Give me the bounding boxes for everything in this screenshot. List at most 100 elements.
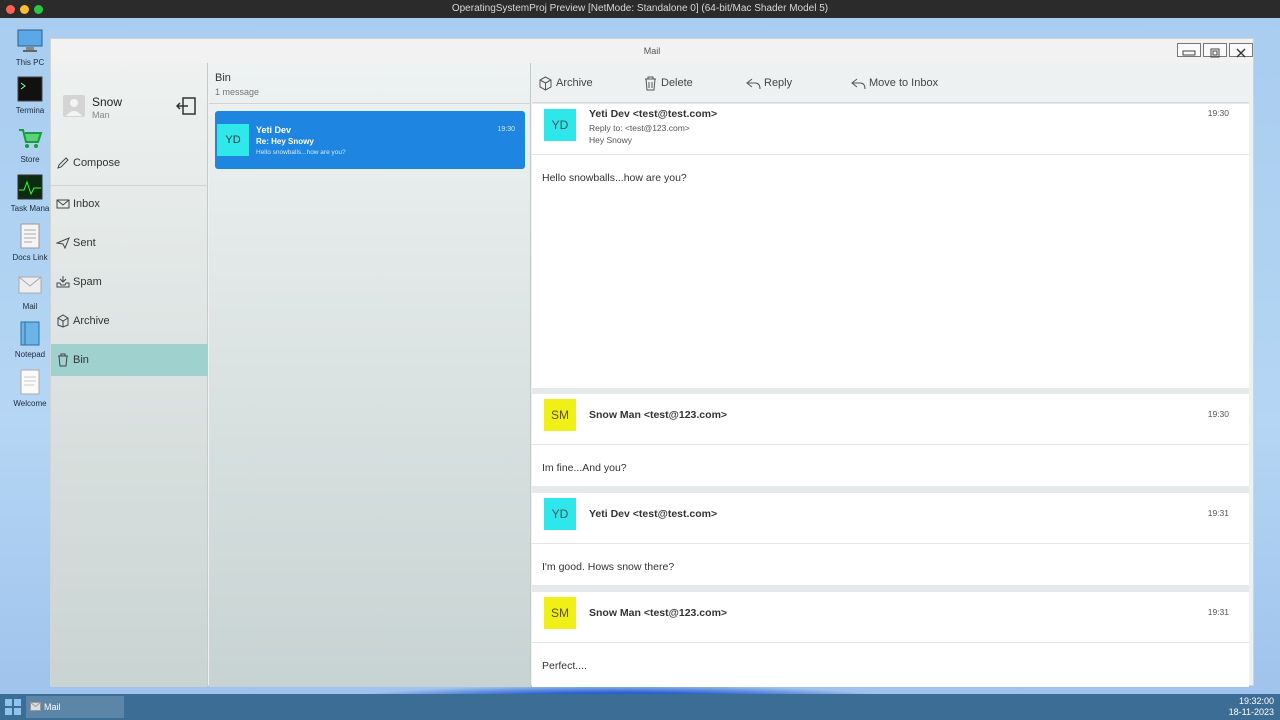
start-menu-icon[interactable] <box>4 698 22 716</box>
toolbar-label: Archive <box>556 77 593 89</box>
toolbar-label: Move to Inbox <box>869 77 939 89</box>
close-button[interactable] <box>1229 43 1253 58</box>
desktop-icon-notepad[interactable]: Notepad <box>4 320 56 359</box>
minimize-dot-icon[interactable] <box>20 5 29 14</box>
taskbar: Mail 19:32:00 18-11-2023 <box>0 694 1280 720</box>
desktop-icon-label: Mail <box>22 302 38 311</box>
reply-button[interactable]: Reply <box>746 71 792 95</box>
archive-box-icon <box>539 76 552 91</box>
message-card[interactable]: YD Yeti Dev Re: Hey Snowy Hello snowball… <box>215 111 525 169</box>
desktop-icon-label: Docs Link <box>12 253 48 262</box>
taskbar-item-label: Mail <box>44 702 61 712</box>
cart-icon <box>19 129 43 148</box>
user-icon <box>66 99 82 116</box>
clock-date: 18-11-2023 <box>1228 707 1274 717</box>
window-title-bar: Mail <box>51 39 1253 63</box>
desktop-icon-task-manager[interactable]: Task Mana <box>4 174 56 213</box>
archive-button[interactable]: Archive <box>538 71 593 95</box>
desktop-icon-label: Welcome <box>13 399 47 408</box>
thread-message: YD Yeti Dev <test@test.com> Reply to: <t… <box>532 104 1249 388</box>
sender-avatar: YD <box>544 109 576 141</box>
envelope-icon <box>56 199 70 209</box>
taskbar-item-mail[interactable]: Mail <box>26 696 124 718</box>
message-time: 19:31 <box>1207 508 1229 518</box>
sender-name: Yeti Dev <test@test.com> <box>589 508 718 520</box>
sidebar-item-archive[interactable]: Archive <box>51 305 208 337</box>
zoom-dot-icon[interactable] <box>34 5 43 14</box>
message-body: Hello snowballs...how are you? <box>542 172 687 184</box>
compose-button[interactable]: Compose <box>51 147 208 179</box>
sidebar-item-spam[interactable]: Spam <box>51 266 208 298</box>
monitor-icon <box>17 29 43 52</box>
sidebar-item-bin[interactable]: Bin <box>51 344 208 376</box>
nav-label: Compose <box>73 157 121 169</box>
desktop-icon-terminal[interactable]: Termina <box>4 76 56 115</box>
sender-name: Yeti Dev <test@test.com> <box>589 108 718 120</box>
divider <box>51 185 208 186</box>
nav-label: Bin <box>73 354 89 366</box>
desktop-icon-label: Termina <box>15 106 45 115</box>
envelope-icon <box>30 702 41 711</box>
message-body: I'm good. Hows snow there? <box>542 561 675 573</box>
spam-tray-icon <box>56 276 70 288</box>
sender-avatar: YD <box>544 498 576 530</box>
desktop-icon-this-pc[interactable]: This PC <box>4 28 56 67</box>
clock-time: 19:32:00 <box>1238 696 1274 706</box>
maximize-button[interactable] <box>1203 43 1227 58</box>
nav-label: Spam <box>73 276 102 288</box>
message-time: 19:30 <box>1207 409 1229 419</box>
thread-message: SM Snow Man <test@123.com> 19:31 Perfect… <box>532 592 1249 687</box>
nav-label: Archive <box>73 315 110 327</box>
reading-pane: Archive Delete Reply Move to Inbox YD Ye… <box>532 63 1249 687</box>
desktop-icon-label: Store <box>20 155 40 164</box>
user-profile: Snow Man <box>59 91 204 131</box>
avatar <box>63 95 85 117</box>
thread-message: SM Snow Man <test@123.com> 19:30 Im fine… <box>532 394 1249 486</box>
desktop: This PC Termina Store Task Mana Docs Lin… <box>0 18 1280 694</box>
pencil-icon <box>57 157 69 169</box>
message-count: 1 message <box>215 87 260 97</box>
wallpaper-swirl <box>350 686 890 694</box>
trash-icon <box>58 353 68 367</box>
sidebar-item-inbox[interactable]: Inbox <box>51 188 208 220</box>
close-dot-icon[interactable] <box>6 5 15 14</box>
desktop-icon-welcome[interactable]: Welcome <box>4 369 56 408</box>
host-title: OperatingSystemProj Preview [NetMode: St… <box>451 3 829 14</box>
minimize-icon <box>1182 50 1196 56</box>
desktop-icon-store[interactable]: Store <box>4 125 56 164</box>
thread-message: YD Yeti Dev <test@test.com> 19:31 I'm go… <box>532 493 1249 585</box>
minimize-button[interactable] <box>1177 43 1201 57</box>
close-icon <box>1236 48 1246 58</box>
divider <box>209 103 531 104</box>
user-name: Snow <box>92 95 123 109</box>
message-body: Perfect.... <box>542 660 587 672</box>
reply-to: Reply to: <test@123.com> <box>589 123 690 133</box>
envelope-icon <box>18 276 42 294</box>
thread-header: SM Snow Man <test@123.com> 19:30 <box>532 394 1249 445</box>
archive-box-icon <box>57 314 69 328</box>
message-subject: Hey Snowy <box>589 135 632 145</box>
thread-header: YD Yeti Dev <test@test.com> Reply to: <t… <box>532 104 1249 155</box>
desktop-icon-label: This PC <box>15 58 45 67</box>
nav-label: Sent <box>73 237 96 249</box>
move-arrow-icon <box>851 78 866 90</box>
terminal-icon <box>17 76 43 102</box>
sender-name: Yeti Dev <box>256 125 292 135</box>
message-list: Bin 1 message YD Yeti Dev Re: Hey Snowy … <box>209 63 531 687</box>
reply-arrow-icon <box>746 78 761 90</box>
mail-window: Mail Snow Man Compose Inbox Sent Spam Ar… <box>50 38 1254 687</box>
folder-title: Bin <box>215 72 231 84</box>
thread-header: YD Yeti Dev <test@test.com> 19:31 <box>532 493 1249 544</box>
sidebar-item-sent[interactable]: Sent <box>51 227 208 259</box>
logout-icon[interactable] <box>175 96 197 116</box>
window-title: Mail <box>643 46 661 56</box>
desktop-icon-docs-link[interactable]: Docs Link <box>4 223 56 262</box>
host-title-bar: OperatingSystemProj Preview [NetMode: St… <box>0 0 1280 18</box>
message-time: 19:31 <box>1207 607 1229 617</box>
thread-header: SM Snow Man <test@123.com> 19:31 <box>532 592 1249 643</box>
move-to-inbox-button[interactable]: Move to Inbox <box>851 71 938 95</box>
sender-name: Snow Man <test@123.com> <box>589 409 728 421</box>
delete-button[interactable]: Delete <box>643 71 693 95</box>
desktop-icon-mail[interactable]: Mail <box>4 272 56 311</box>
message-time: 19:30 <box>1207 108 1229 118</box>
